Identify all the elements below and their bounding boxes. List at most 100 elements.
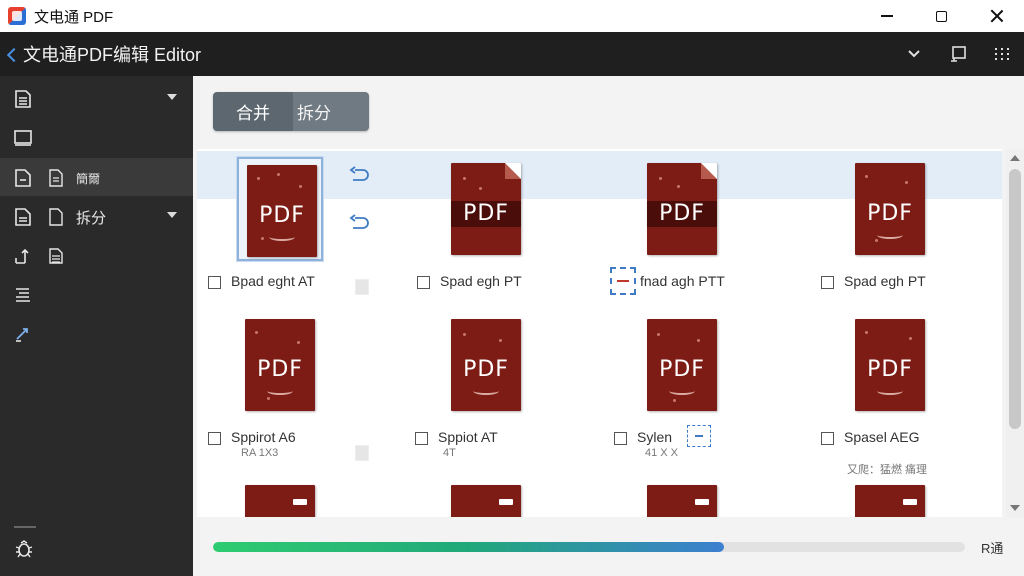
placeholder-square <box>355 445 369 461</box>
file-thumbnail[interactable]: PDF <box>443 313 529 417</box>
vertical-scrollbar[interactable] <box>1006 149 1024 517</box>
pdf-page-icon: PDF <box>451 163 521 255</box>
file-name: Spasel AEG <box>844 429 920 445</box>
page-icon <box>15 169 31 187</box>
page-lines-icon <box>15 208 31 226</box>
file-name: Sylen <box>637 429 673 445</box>
title-bar: 文电通 PDF <box>0 0 1024 32</box>
sidebar-item-view[interactable] <box>0 118 193 156</box>
file-meta: 4T <box>443 447 456 459</box>
file-name: Spad egh PT <box>440 273 522 289</box>
main-area: 合并 拆分 PDF Bpad eght AT PDF Spad egh PT P… <box>193 76 1024 576</box>
page-title: 文电通PDF编辑 Editor <box>23 45 202 65</box>
sidebar-item-convert[interactable] <box>0 314 193 352</box>
file-checkbox[interactable] <box>208 276 221 289</box>
file-checkbox[interactable] <box>208 432 221 445</box>
caret-down-icon <box>167 212 177 218</box>
export-icon <box>951 46 966 62</box>
chevron-down-icon <box>908 50 920 58</box>
pdf-page-icon: PDF <box>247 165 317 257</box>
dashed-selection-box[interactable] <box>687 425 711 447</box>
file-thumbnail[interactable]: PDF <box>443 157 529 261</box>
pdf-page-icon: PDF <box>245 319 315 411</box>
pdf-page-icon: PDF <box>855 163 925 255</box>
pdf-page-icon: PDF <box>647 319 717 411</box>
file-checkbox[interactable] <box>821 276 834 289</box>
rotate-left-icon[interactable] <box>347 214 369 232</box>
close-button[interactable] <box>969 0 1024 32</box>
dropdown-button[interactable] <box>892 32 936 76</box>
maximize-button[interactable] <box>914 0 969 32</box>
app-header: 文电通PDF编辑 Editor <box>0 32 1024 76</box>
file-name: Sppirot A6 <box>231 429 296 445</box>
scroll-up-icon[interactable] <box>1010 155 1020 161</box>
bug-icon[interactable] <box>13 538 35 560</box>
close-icon <box>990 9 1004 23</box>
file-thumbnail[interactable]: PDF <box>639 313 725 417</box>
scrollbar-thumb[interactable] <box>1009 169 1021 429</box>
scroll-down-icon[interactable] <box>1010 505 1020 511</box>
sidebar-item-label: 拆分 <box>76 210 107 227</box>
placeholder-square <box>355 279 369 295</box>
file-name: Spad egh PT <box>844 273 926 289</box>
file-icon <box>49 208 63 226</box>
file-name: Bpad eght AT <box>231 273 315 289</box>
monitor-icon <box>14 130 32 146</box>
pdf-page-icon: PDF <box>855 319 925 411</box>
progress-bar <box>213 542 965 552</box>
file-thumbnail[interactable] <box>237 479 323 517</box>
file-thumbnail[interactable] <box>639 479 725 517</box>
sidebar-item-list[interactable] <box>0 275 193 313</box>
document-icon <box>15 90 31 108</box>
header-tools <box>892 32 1024 76</box>
file-thumbnail[interactable]: PDF <box>847 313 933 417</box>
file-icon <box>49 169 63 187</box>
merge-split-toggle: 合并 拆分 <box>213 92 369 131</box>
file-grid: PDF Bpad eght AT PDF Spad egh PT PDF fna… <box>197 149 1002 517</box>
pdf-page-icon <box>451 485 521 517</box>
pdf-page-icon: PDF <box>647 163 717 255</box>
file-checkbox[interactable] <box>821 432 834 445</box>
corner-arrow-icon <box>15 248 29 264</box>
file-checkbox-focused[interactable] <box>610 267 636 295</box>
grid-icon <box>995 48 1009 60</box>
file-thumbnail[interactable] <box>443 479 529 517</box>
file-name: Sppiot AT <box>438 429 498 445</box>
split-button[interactable]: 拆分 <box>293 92 369 131</box>
merge-button[interactable]: 合并 <box>213 92 293 131</box>
window-controls <box>859 0 1024 32</box>
file-meta: RA 1X3 <box>241 447 279 459</box>
minus-icon <box>617 280 629 282</box>
stack-icon <box>49 248 63 264</box>
rotate-left-icon[interactable] <box>347 166 369 184</box>
sidebar-divider <box>14 526 36 528</box>
sidebar-item-label: 簡爾 <box>76 172 101 186</box>
minus-icon <box>695 435 703 437</box>
sidebar-item-organize[interactable]: 簡爾 <box>0 158 193 196</box>
progress-fill <box>213 542 725 552</box>
file-meta: 41 X X <box>645 447 679 459</box>
file-name: fnad agh PTT <box>640 273 725 289</box>
sidebar-item-split[interactable]: 拆分 <box>0 197 193 235</box>
export-button[interactable] <box>936 32 980 76</box>
app-logo-icon <box>8 7 26 25</box>
back-chevron-icon[interactable] <box>6 47 22 62</box>
more-button[interactable] <box>980 32 1024 76</box>
file-checkbox[interactable] <box>614 432 627 445</box>
file-thumbnail[interactable]: PDF <box>237 157 323 261</box>
file-checkbox[interactable] <box>417 276 430 289</box>
sidebar-item-document[interactable] <box>0 79 193 117</box>
pdf-page-icon <box>855 485 925 517</box>
list-icon <box>16 288 30 302</box>
minimize-icon <box>880 15 893 17</box>
file-meta: 又爬：猛燃 痛理 <box>847 464 928 476</box>
convert-arrow-icon <box>16 328 28 342</box>
file-thumbnail[interactable]: PDF <box>237 313 323 417</box>
sidebar-item-extract[interactable] <box>0 236 193 274</box>
file-checkbox[interactable] <box>415 432 428 445</box>
file-thumbnail[interactable]: PDF <box>639 157 725 261</box>
file-thumbnail[interactable] <box>847 479 933 517</box>
pdf-page-icon: PDF <box>451 319 521 411</box>
file-thumbnail[interactable]: PDF <box>847 157 933 261</box>
minimize-button[interactable] <box>859 0 914 32</box>
